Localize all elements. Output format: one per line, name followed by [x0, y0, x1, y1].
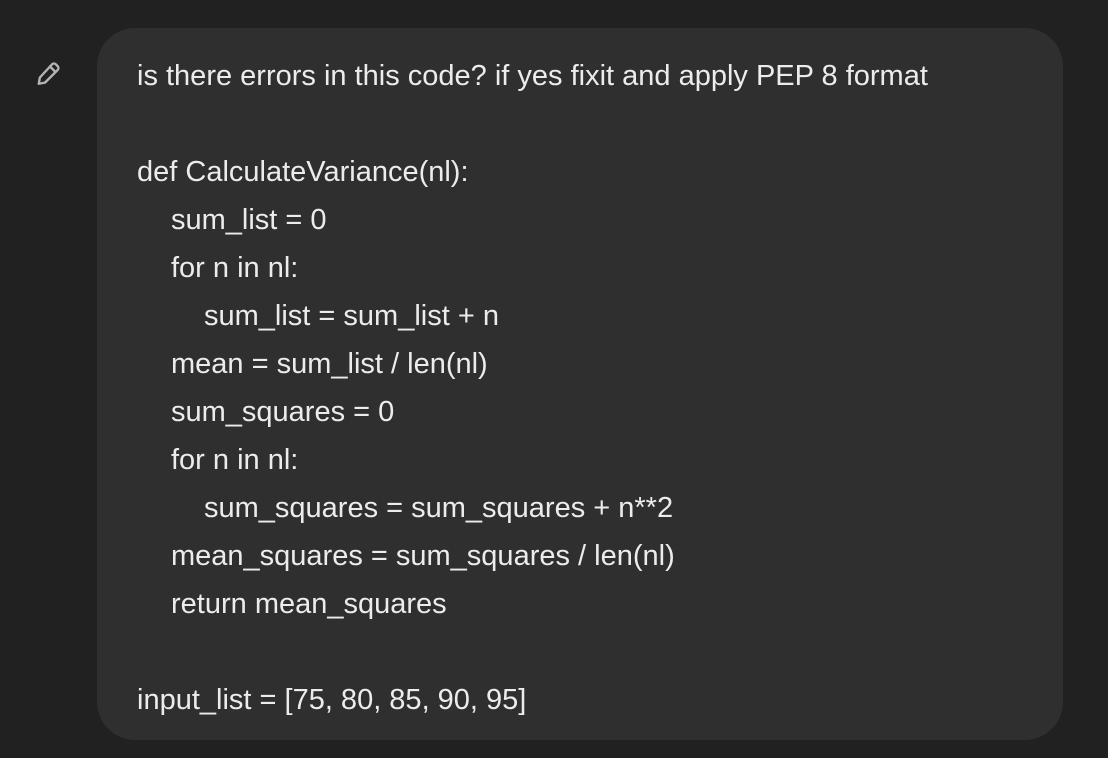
user-message-bubble: is there errors in this code? if yes fix… — [97, 28, 1063, 740]
code-line: sum_list = 0 — [171, 204, 327, 236]
message-question: is there errors in this code? if yes fix… — [137, 60, 928, 92]
code-line: for n in nl: — [171, 252, 299, 284]
code-line: mean = sum_list / len(nl) — [171, 348, 488, 380]
code-line: sum_squares = 0 — [171, 396, 395, 428]
pencil-icon — [33, 59, 63, 89]
code-line: for n in nl: — [171, 444, 299, 476]
code-line: sum_list = sum_list + n — [204, 300, 499, 332]
edit-message-button[interactable] — [30, 56, 66, 92]
code-line: mean_squares = sum_squares / len(nl) — [171, 540, 675, 572]
input-list-line: input_list = [75, 80, 85, 90, 95] — [137, 684, 527, 716]
code-line: return mean_squares — [171, 588, 447, 620]
code-line: def CalculateVariance(nl): — [137, 156, 469, 188]
code-line: sum_squares = sum_squares + n**2 — [204, 492, 674, 524]
